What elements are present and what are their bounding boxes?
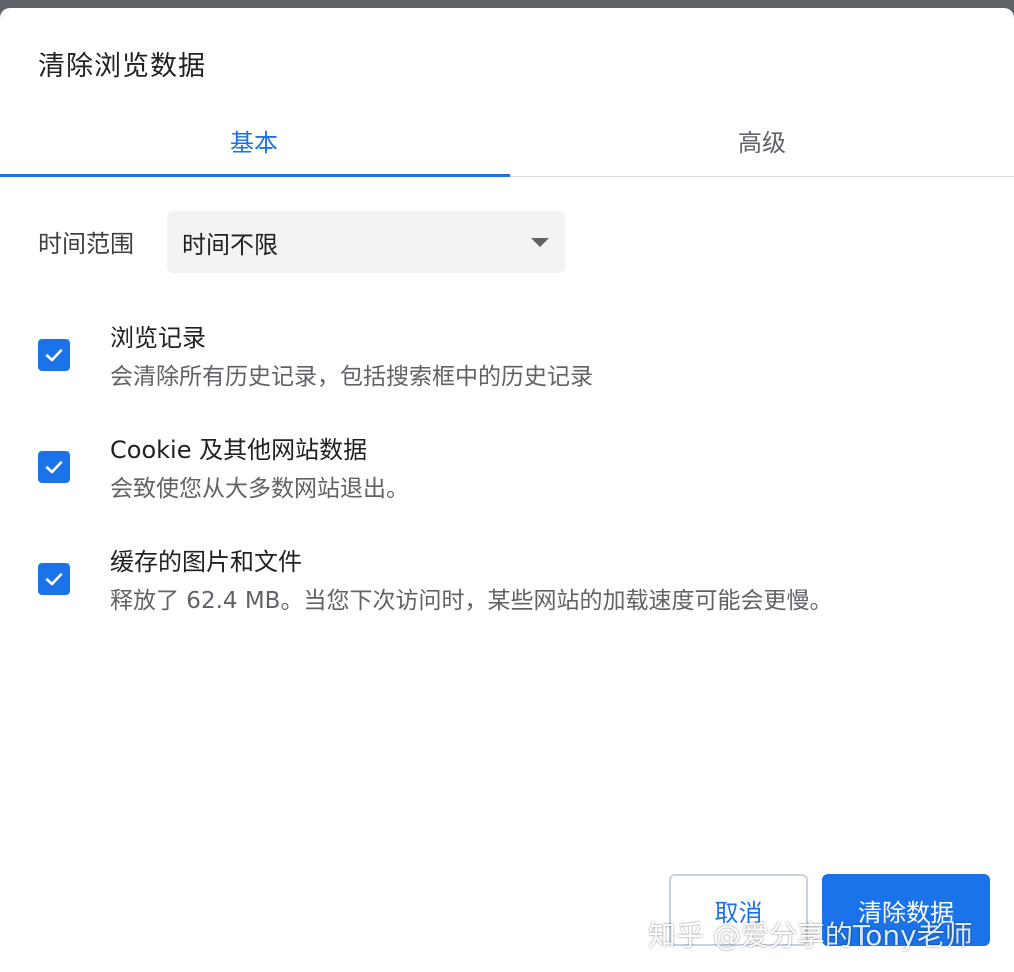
tab-basic[interactable]: 基本 [0, 104, 508, 176]
cached-files-checkbox[interactable] [38, 563, 70, 595]
tab-advanced[interactable]: 高级 [508, 104, 1014, 176]
tab-bar: 基本 高级 [0, 104, 1014, 177]
cached-files-description: 释放了 62.4 MB。当您下次访问时，某些网站的加载速度可能会更慢。 [110, 588, 833, 614]
cookies-checkbox[interactable] [38, 451, 70, 483]
time-range-label: 时间范围 [38, 230, 134, 258]
browsing-history-checkbox[interactable] [38, 339, 70, 371]
time-range-value: 时间不限 [182, 230, 278, 259]
caret-down-icon [531, 238, 549, 247]
cancel-button[interactable]: 取消 [669, 874, 808, 946]
check-icon [45, 461, 63, 474]
dialog-title: 清除浏览数据 [38, 51, 206, 82]
cached-files-title: 缓存的图片和文件 [110, 548, 302, 576]
cookies-title: Cookie 及其他网站数据 [110, 436, 368, 464]
clear-browsing-data-dialog: 清除浏览数据 基本 高级 时间范围 时间不限 浏览记录 会清除所有历史记录，包括… [0, 8, 1014, 972]
time-range-select[interactable]: 时间不限 [167, 211, 565, 273]
browsing-history-description: 会清除所有历史记录，包括搜索框中的历史记录 [110, 364, 593, 390]
clear-data-button[interactable]: 清除数据 [822, 874, 990, 946]
browsing-history-title: 浏览记录 [110, 324, 206, 352]
check-icon [45, 573, 63, 586]
cookies-description: 会致使您从大多数网站退出。 [110, 476, 409, 502]
check-icon [45, 349, 63, 362]
active-tab-indicator [0, 174, 510, 177]
